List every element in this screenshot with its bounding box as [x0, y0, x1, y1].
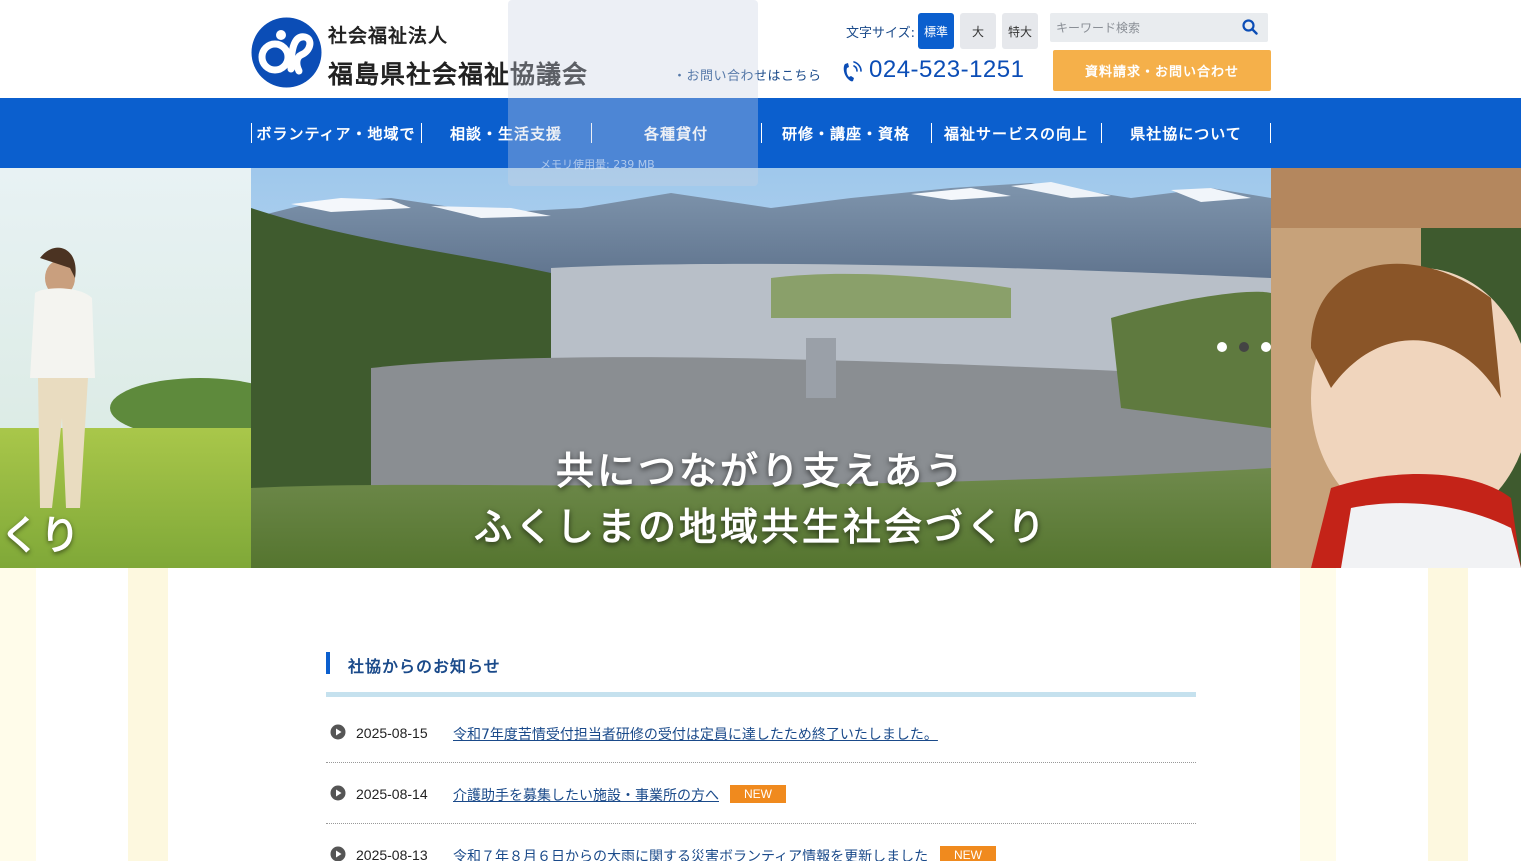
news-date: 2025-08-13	[356, 847, 428, 861]
section-title-rule	[326, 692, 1196, 697]
font-size-large-button[interactable]: 大	[960, 13, 996, 49]
nav-item-volunteer[interactable]: ボランティア・地域で	[251, 122, 421, 144]
org-logo-icon[interactable]	[251, 17, 322, 88]
phone-icon	[843, 61, 862, 82]
search-input[interactable]	[1050, 13, 1230, 42]
phone-number: 024-523-1251	[869, 56, 1025, 83]
news-item: 2025-08-14 介護助手を募集したい施設・事業所の方へ NEW	[326, 764, 1196, 824]
news-title-link[interactable]: 令和７年８月６日からの大雨に関する災害ボランティア情報を更新しました	[453, 846, 928, 861]
nav-item-training[interactable]: 研修・講座・資格	[761, 122, 931, 144]
news-item: 2025-08-15 令和7年度苦情受付担当者研修の受付は定員に達したため終了い…	[326, 703, 1196, 763]
nav-item-welfare-services[interactable]: 福祉サービスの向上	[931, 122, 1101, 144]
site-header: 社会福祉法人 福島県社会福祉協議会 文字サイズ: 標準 大 特大 ・お問い合わせ…	[0, 0, 1521, 98]
request-info-button[interactable]: 資料請求・お問い合わせ	[1053, 50, 1271, 91]
news-title-link[interactable]: 介護助手を募集したい施設・事業所の方へ	[453, 785, 719, 805]
hero-headline-2: ふくしまの地域共生社会づくり	[473, 505, 1048, 549]
section-title: 社協からのお知らせ	[348, 657, 501, 676]
news-title-link[interactable]: 令和7年度苦情受付担当者研修の受付は定員に達したため終了いたしました。	[453, 724, 938, 744]
news-item: 2025-08-13 令和７年８月６日からの大雨に関する災害ボランティア情報を更…	[326, 825, 1196, 861]
slider-dot-3[interactable]	[1261, 342, 1271, 352]
main-nav: ボランティア・地域で 相談・生活支援 各種貸付 研修・講座・資格 福祉サービスの…	[0, 98, 1521, 168]
overlay-memory-text: メモリ使用量: 239 MB	[540, 158, 655, 171]
play-circle-icon	[330, 724, 346, 740]
font-size-label: 文字サイズ:	[846, 26, 915, 41]
new-badge: NEW	[730, 785, 786, 803]
hero-prev-caption: くり	[0, 513, 80, 559]
nav-divider	[1270, 123, 1271, 143]
hero-headline-1: 共につながり支えあう	[555, 449, 966, 493]
search-box	[1050, 13, 1268, 42]
news-date: 2025-08-15	[356, 725, 428, 741]
nav-item-about[interactable]: 県社協について	[1101, 122, 1271, 144]
play-circle-icon	[330, 785, 346, 801]
new-badge: NEW	[940, 846, 996, 861]
section-title-marker	[326, 652, 330, 674]
org-type: 社会福祉法人	[328, 25, 449, 47]
play-circle-icon	[330, 846, 346, 861]
font-size-xlarge-button[interactable]: 特大	[1002, 13, 1038, 49]
news-date: 2025-08-14	[356, 786, 428, 802]
slider-dot-2[interactable]	[1239, 342, 1249, 352]
search-icon[interactable]	[1242, 19, 1258, 35]
hero-slider: くり 共につながり支えあう ふくしまの地域共生社会づくり	[0, 168, 1521, 568]
hero-slide-next-image	[1271, 168, 1521, 568]
slider-dot-1[interactable]	[1217, 342, 1227, 352]
font-size-standard-button[interactable]: 標準	[918, 13, 954, 49]
